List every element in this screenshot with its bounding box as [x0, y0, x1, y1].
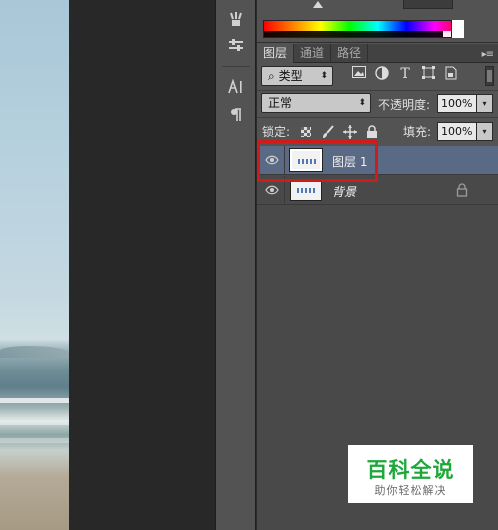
layer-name[interactable]: 背景	[332, 183, 356, 200]
fill-input[interactable]: 100%	[437, 122, 477, 141]
lock-all-icon[interactable]	[365, 125, 379, 139]
search-icon: ⌕	[268, 69, 275, 83]
color-spectrum-bar[interactable]	[263, 20, 464, 38]
padlock-icon	[456, 183, 468, 197]
white-swatch[interactable]	[451, 20, 464, 38]
divider	[257, 90, 498, 91]
photo-wave	[0, 398, 69, 403]
tab-layers[interactable]: 图层	[257, 44, 295, 63]
lock-position-icon[interactable]	[343, 125, 357, 139]
canvas-photo[interactable]	[0, 0, 69, 530]
highlight-box	[257, 140, 378, 182]
tab-channels[interactable]: 通道	[294, 44, 332, 63]
photo-distant-hill	[0, 346, 69, 358]
adjustment-filter-icon[interactable]	[374, 66, 390, 82]
opacity-label: 不透明度:	[378, 98, 431, 112]
eye-icon	[265, 185, 279, 195]
tool-divider	[222, 66, 250, 67]
watermark-logo: 百科全说 助你轻松解决	[348, 445, 473, 503]
filter-kind-dropdown[interactable]: ⌕ 类型 ⬍	[261, 66, 333, 86]
type-filter-icon[interactable]: T	[397, 66, 413, 82]
panel-icon-strip	[215, 0, 256, 530]
tool-presets-icon[interactable]	[225, 34, 247, 56]
image-filter-icon[interactable]	[351, 66, 367, 82]
color-value-field[interactable]	[403, 0, 453, 9]
blend-mode-dropdown[interactable]: 正常 ⬍	[261, 93, 371, 113]
opacity-dropdown-button[interactable]: ▾	[477, 94, 493, 113]
dropdown-arrows-icon: ⬍	[320, 71, 328, 81]
filter-kind-label: 类型	[278, 69, 303, 83]
watermark-title: 百科全说	[366, 458, 455, 482]
blend-mode-value: 正常	[268, 96, 293, 110]
paragraph-panel-icon[interactable]	[225, 104, 247, 126]
opacity-input[interactable]: 100%	[437, 94, 477, 113]
filter-toggle-switch[interactable]	[485, 66, 494, 86]
color-panel	[257, 0, 498, 43]
color-slider-handle[interactable]	[313, 1, 323, 8]
panel-tab-bar: 图层 通道 路径 ▸≡	[257, 44, 498, 63]
lock-image-pixels-icon[interactable]	[321, 125, 335, 139]
tab-paths[interactable]: 路径	[331, 44, 369, 63]
fill-dropdown-button[interactable]: ▾	[477, 122, 493, 141]
fill-label: 填充:	[403, 125, 432, 139]
layer-thumbnail	[290, 179, 322, 201]
lock-label: 锁定:	[262, 125, 291, 139]
photo-wave	[0, 420, 69, 425]
character-panel-icon[interactable]	[225, 76, 247, 98]
lock-transparent-pixels-icon[interactable]	[299, 125, 313, 139]
divider	[257, 117, 498, 118]
blend-row: 正常 ⬍ 不透明度: 100% ▾	[257, 93, 498, 113]
workspace-background	[69, 0, 215, 530]
layer-filter-row: ⌕ 类型 ⬍ T	[257, 66, 498, 86]
dropdown-arrows-icon: ⬍	[358, 98, 366, 108]
smart-object-filter-icon[interactable]	[443, 66, 459, 82]
brush-preset-icon[interactable]	[225, 8, 247, 30]
lock-row: 锁定: 填充: 100% ▾	[257, 122, 498, 142]
panel-menu-icon[interactable]: ▸≡	[482, 49, 494, 60]
shape-filter-icon[interactable]	[420, 66, 436, 82]
watermark-subtitle: 助你轻松解决	[374, 484, 447, 497]
photo-wave	[0, 438, 69, 443]
